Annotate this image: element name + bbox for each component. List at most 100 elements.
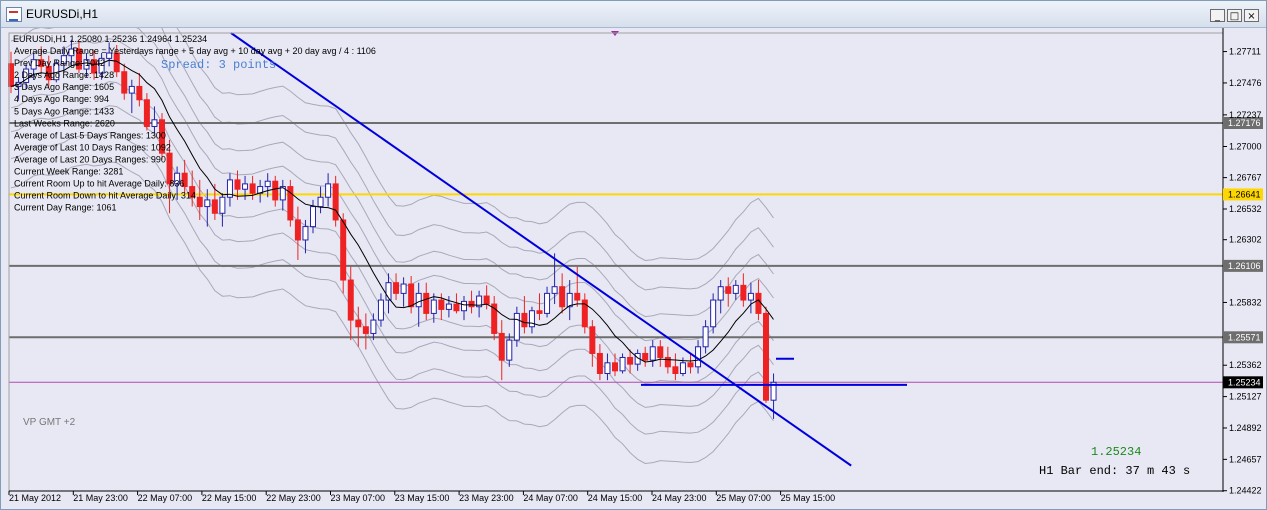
candle-body	[551, 286, 558, 294]
candle-body	[370, 319, 377, 334]
candle-body	[521, 312, 528, 328]
y-tick-label: 1.25362	[1229, 360, 1262, 370]
x-tick-label: 25 May 15:00	[781, 493, 836, 503]
candle-body	[612, 362, 618, 372]
level-tag-label: 1.25234	[1228, 377, 1261, 387]
info-line: 4 Days Ago Range: 994	[14, 94, 109, 104]
x-tick-label: 24 May 07:00	[523, 493, 578, 503]
candle-body	[294, 219, 301, 241]
spread-label: Spread: 3 points	[161, 58, 276, 72]
info-line: Average of Last 5 Days Ranges: 1300	[14, 130, 166, 140]
candle-body	[453, 303, 460, 312]
info-line: 3 Days Ago Range: 1605	[14, 82, 114, 92]
candle-body	[596, 352, 603, 374]
candle-body	[528, 310, 535, 328]
chart-window-icon	[6, 7, 22, 22]
x-tick-label: 24 May 23:00	[652, 493, 707, 503]
candle-body	[604, 362, 611, 374]
info-line: Average Daily Range = Yesterdays range +…	[14, 46, 376, 56]
candle-body	[710, 299, 717, 328]
candle-body	[151, 119, 158, 127]
y-tick-label: 1.27000	[1229, 141, 1262, 151]
y-tick-label: 1.25832	[1229, 297, 1262, 307]
candle-body	[657, 346, 664, 358]
info-line: Current Week Range: 3281	[14, 167, 123, 177]
candle-body	[317, 196, 324, 208]
candle-body	[717, 286, 724, 301]
candle-body	[679, 362, 686, 374]
info-line: Current Room Down to hit Average Daily: …	[14, 191, 196, 201]
x-tick-label: 25 May 07:00	[716, 493, 771, 503]
candle-body	[725, 286, 732, 294]
candle-body	[649, 346, 656, 361]
close-button[interactable]: ×	[1244, 9, 1259, 22]
candle-body	[642, 352, 649, 361]
candle-body	[559, 286, 566, 308]
y-tick-label: 1.26767	[1229, 173, 1262, 183]
info-line: Current Day Range: 1061	[14, 203, 117, 213]
candle-body	[204, 199, 211, 208]
level-tag-label: 1.26106	[1228, 261, 1261, 271]
candle	[287, 179, 294, 227]
bar-end-countdown: H1 Bar end: 37 m 43 s	[1039, 464, 1190, 478]
candle-body	[128, 85, 135, 94]
info-line: Average of Last 10 Days Ranges: 1092	[14, 142, 171, 152]
info-line: Average of Last 20 Days Ranges: 990	[14, 154, 166, 164]
candle-body	[272, 180, 279, 201]
y-tick-label: 1.27711	[1229, 47, 1261, 57]
y-tick-label: 1.25127	[1229, 392, 1262, 402]
candle-body	[763, 312, 769, 401]
info-line: 2 Days Ago Range: 1428	[14, 70, 114, 80]
candle-body	[506, 339, 513, 361]
candle-body	[430, 299, 437, 314]
candle-body	[740, 284, 747, 301]
candle	[332, 175, 339, 227]
candle-body	[544, 292, 551, 314]
candle-body	[211, 199, 218, 214]
candle-body	[340, 219, 347, 281]
candle-body	[249, 183, 256, 194]
minimize-button[interactable]: _	[1210, 9, 1225, 22]
x-tick-label: 22 May 07:00	[138, 493, 193, 503]
y-tick-label: 1.24422	[1229, 486, 1262, 496]
y-tick-label: 1.27237	[1229, 110, 1262, 120]
y-tick-label: 1.27476	[1229, 78, 1262, 88]
x-tick-label: 22 May 23:00	[266, 493, 321, 503]
maximize-button[interactable]: □	[1227, 9, 1242, 22]
x-tick-label: 23 May 15:00	[395, 493, 450, 503]
candle-body	[219, 196, 226, 214]
window-title: EURUSDi,H1	[26, 7, 99, 21]
candle-body	[702, 326, 709, 348]
current-price-text: 1.25234	[1091, 445, 1141, 459]
candle-body	[423, 292, 430, 314]
y-tick-label: 1.26532	[1229, 204, 1262, 214]
candle-body	[302, 226, 309, 241]
candle-body	[415, 292, 422, 308]
level-tag-label: 1.26641	[1228, 189, 1261, 199]
candle-body	[755, 292, 762, 314]
candle-body	[498, 332, 505, 361]
price-chart[interactable]: 1.271761.266411.261061.255711.252341.277…	[1, 28, 1266, 509]
candle-body	[513, 312, 520, 341]
y-tick-label: 1.24657	[1229, 454, 1262, 464]
x-tick-label: 24 May 15:00	[588, 493, 643, 503]
candle-body	[264, 180, 271, 188]
x-tick-label: 21 May 23:00	[73, 493, 128, 503]
candle-body	[347, 279, 354, 321]
title-bar[interactable]: EURUSDi,H1 _ □ ×	[1, 1, 1266, 28]
level-tag-label: 1.25571	[1228, 332, 1261, 342]
vp-gmt-label: VP GMT +2	[23, 417, 76, 428]
ohlc-readout: EURUSDi,H1 1.25080 1.25236 1.24964 1.252…	[13, 34, 207, 44]
y-tick-label: 1.24892	[1229, 423, 1262, 433]
x-tick-label: 22 May 15:00	[202, 493, 257, 503]
candle-body	[408, 283, 415, 308]
candle-body	[687, 362, 694, 368]
candle-body	[143, 99, 150, 127]
x-tick-label: 23 May 07:00	[331, 493, 386, 503]
info-line: Prev Day Range: 1042	[14, 58, 105, 68]
candle-body	[483, 295, 490, 305]
candle-body	[672, 366, 679, 374]
candle-body	[121, 71, 128, 94]
x-tick-label: 23 May 23:00	[459, 493, 514, 503]
candle-body	[310, 206, 316, 228]
